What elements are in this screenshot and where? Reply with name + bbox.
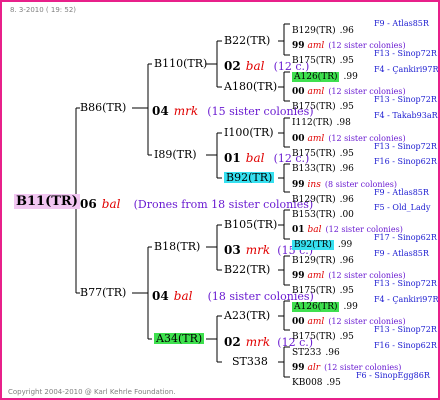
gen4-value: .95 xyxy=(339,332,354,342)
gen4-info: F13 - Sinop72R xyxy=(374,95,437,104)
gen3-year: 01 xyxy=(224,151,241,165)
gen4-info: F4 - Çankiri97R xyxy=(374,295,439,304)
gen4-info: F16 - Sinop62R xyxy=(374,157,437,166)
gen4-queen-row: B153(TR) .00 F5 - Old_Lady xyxy=(292,204,430,220)
gen4-info: F13 - Sinop72R xyxy=(374,49,437,58)
gen3-queen[interactable]: B92(TR) xyxy=(224,172,275,183)
gen4-value: .98 xyxy=(336,118,351,128)
gen4-queen-row: A126(TR) .99 F4 - Çankiri97R xyxy=(292,296,438,312)
gen4-info: F13 - Sinop72R xyxy=(374,325,437,334)
gen3-year: 03 xyxy=(224,243,241,257)
gen4-queen[interactable]: B175(TR) xyxy=(292,332,336,342)
gen3-year: 02 xyxy=(224,59,241,73)
gen3-queen[interactable]: ST338 xyxy=(232,356,268,367)
gen3-queen[interactable]: B22(TR) xyxy=(224,35,270,46)
gen4-info: F4 - Takab93aR xyxy=(374,111,438,120)
gen1-mating: 04 mrk (15 sister colonies) xyxy=(152,102,314,118)
gen4-queen-row: I112(TR) .98 F4 - Takab93aR xyxy=(292,112,438,128)
gen2-queen[interactable]: B18(TR) xyxy=(154,241,200,252)
gen3-queen[interactable]: B105(TR) xyxy=(224,219,277,230)
root-count: (Drones from 18 sister colonies) xyxy=(133,198,314,211)
gen4-queen-row: A126(TR) .99 F4 - Çankiri97R xyxy=(292,66,438,82)
gen3-queen[interactable]: B22(TR) xyxy=(224,264,270,275)
gen1-mating: 04 bal (18 sister colonies) xyxy=(152,287,314,303)
gen4-value: .95 xyxy=(339,56,354,66)
gen4-info: F5 - Old_Lady xyxy=(374,203,431,212)
gen4-queen-row: B129(TR) .96 F9 - Atlas85R xyxy=(292,189,429,205)
gen2-queen[interactable]: I89(TR) xyxy=(154,149,197,160)
gen4-queen[interactable]: B175(TR) xyxy=(292,286,336,296)
gen4-info: F9 - Atlas85R xyxy=(374,249,429,258)
gen1-queen[interactable]: B77(TR) xyxy=(80,287,126,298)
gen4-value: .99 xyxy=(337,240,353,250)
gen2-queen[interactable]: B110(TR) xyxy=(154,58,207,69)
gen4-queen-row: ST233.96 F16 - Sinop62R xyxy=(292,342,437,358)
gen4-value: .95 xyxy=(339,102,354,112)
gen4-info: F17 - Sinop62R xyxy=(374,233,437,242)
gen3-queen[interactable]: I100(TR) xyxy=(224,127,274,138)
gen4-value: .96 xyxy=(339,164,354,174)
gen3-marker: mrk xyxy=(245,243,271,257)
gen4-queen[interactable]: B133(TR) xyxy=(292,164,336,174)
gen1-year: 04 xyxy=(152,104,169,118)
gen1-marker: mrk xyxy=(173,104,199,118)
gen3-marker: mrk xyxy=(245,335,271,349)
gen4-queen[interactable]: KB008 xyxy=(292,378,323,388)
gen4-info: F13 - Sinop72R xyxy=(374,142,437,151)
gen4-info: F13 - Sinop72R xyxy=(374,279,437,288)
gen4-queen-row: B133(TR) .96 F16 - Sinop62R xyxy=(292,158,437,174)
gen4-info: F6 - SinopEgg86R xyxy=(356,371,430,380)
gen4-queen-row: KB008.95 F6 - SinopEgg86R xyxy=(292,372,430,388)
gen4-info: F9 - Atlas85R xyxy=(374,188,429,197)
gen4-queen[interactable]: B175(TR) xyxy=(292,56,336,66)
gen4-queen-row: B175(TR) .95 F13 - Sinop72R xyxy=(292,326,437,342)
gen4-info: F16 - Sinop62R xyxy=(374,341,437,350)
gen1-queen[interactable]: B86(TR) xyxy=(80,102,126,113)
pedigree-chart: 8. 3-2010 ( 19: 52) B11(TR) 06 bal (Dron… xyxy=(0,0,440,400)
gen3-marker: bal xyxy=(245,59,265,73)
root-year: 06 xyxy=(80,197,97,211)
root-marker: bal xyxy=(101,197,121,211)
gen4-info: F4 - Çankiri97R xyxy=(374,65,439,74)
gen3-queen[interactable]: A180(TR) xyxy=(224,81,277,92)
root-mating: 06 bal (Drones from 18 sister colonies) xyxy=(80,195,313,211)
gen4-value: .95 xyxy=(339,286,354,296)
gen1-year: 04 xyxy=(152,289,169,303)
gen4-queen-row: B129(TR) .96 F9 - Atlas85R xyxy=(292,250,429,266)
gen4-queen-row: B129(TR) .96 F9 - Atlas85R xyxy=(292,20,429,36)
gen4-queen[interactable]: B92(TR) xyxy=(292,240,334,250)
gen4-queen-row: B175(TR) .95 F13 - Sinop72R xyxy=(292,280,437,296)
gen3-marker: bal xyxy=(245,151,265,165)
gen4-queen[interactable]: B175(TR) xyxy=(292,102,336,112)
gen4-info: F9 - Atlas85R xyxy=(374,19,429,28)
gen2-queen[interactable]: A34(TR) xyxy=(154,333,205,344)
copyright-footer: Copyright 2004-2010 @ Karl Kehrle Founda… xyxy=(8,388,176,396)
gen4-queen-row: B175(TR) .95 F13 - Sinop72R xyxy=(292,50,437,66)
gen4-queen-row: B175(TR) .95 F13 - Sinop72R xyxy=(292,143,437,159)
gen3-year: 02 xyxy=(224,335,241,349)
gen4-queen-row: B92(TR) .99 F17 - Sinop62R xyxy=(292,234,437,250)
gen3-queen[interactable]: A23(TR) xyxy=(224,310,270,321)
root-queen[interactable]: B11(TR) xyxy=(14,194,80,209)
gen4-value: .95 xyxy=(326,378,341,388)
gen1-marker: bal xyxy=(173,289,193,303)
gen4-queen-row: B175(TR) .95 F13 - Sinop72R xyxy=(292,96,437,112)
gen4-queen[interactable]: I112(TR) xyxy=(292,118,333,128)
